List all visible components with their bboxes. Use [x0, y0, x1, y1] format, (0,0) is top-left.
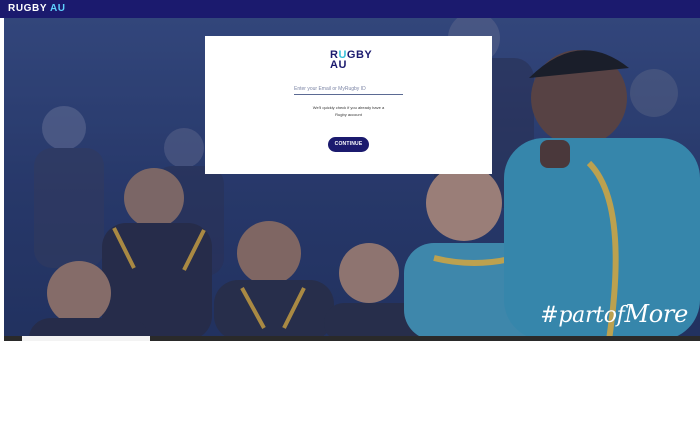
continue-button[interactable]: CONTINUE	[328, 137, 369, 152]
brand-rugby: RUGBY	[8, 3, 47, 14]
login-card: RUGBY AU We'll quickly check if you alre…	[205, 36, 492, 174]
brand-logo[interactable]: RUGBY AU	[8, 3, 66, 15]
tagline-part: #partof	[540, 303, 625, 328]
top-bar: RUGBY AU	[0, 0, 700, 18]
logo-gby: GBY	[346, 49, 373, 61]
logo-au: AU	[330, 59, 347, 71]
account-check-hint: We'll quickly check if you already have …	[300, 104, 397, 118]
rugby-au-logo: RUGBY AU	[330, 50, 374, 74]
part-of-more-tagline: #partofMore	[540, 302, 688, 328]
hint-line-2: Rugby account	[335, 112, 362, 117]
tagline-more: More	[624, 300, 689, 328]
hint-line-1: We'll quickly check if you already have …	[312, 105, 385, 110]
email-input[interactable]	[294, 85, 403, 95]
brand-au: AU	[49, 3, 66, 14]
bottom-chip	[22, 336, 150, 341]
bottom-strip	[4, 336, 700, 341]
